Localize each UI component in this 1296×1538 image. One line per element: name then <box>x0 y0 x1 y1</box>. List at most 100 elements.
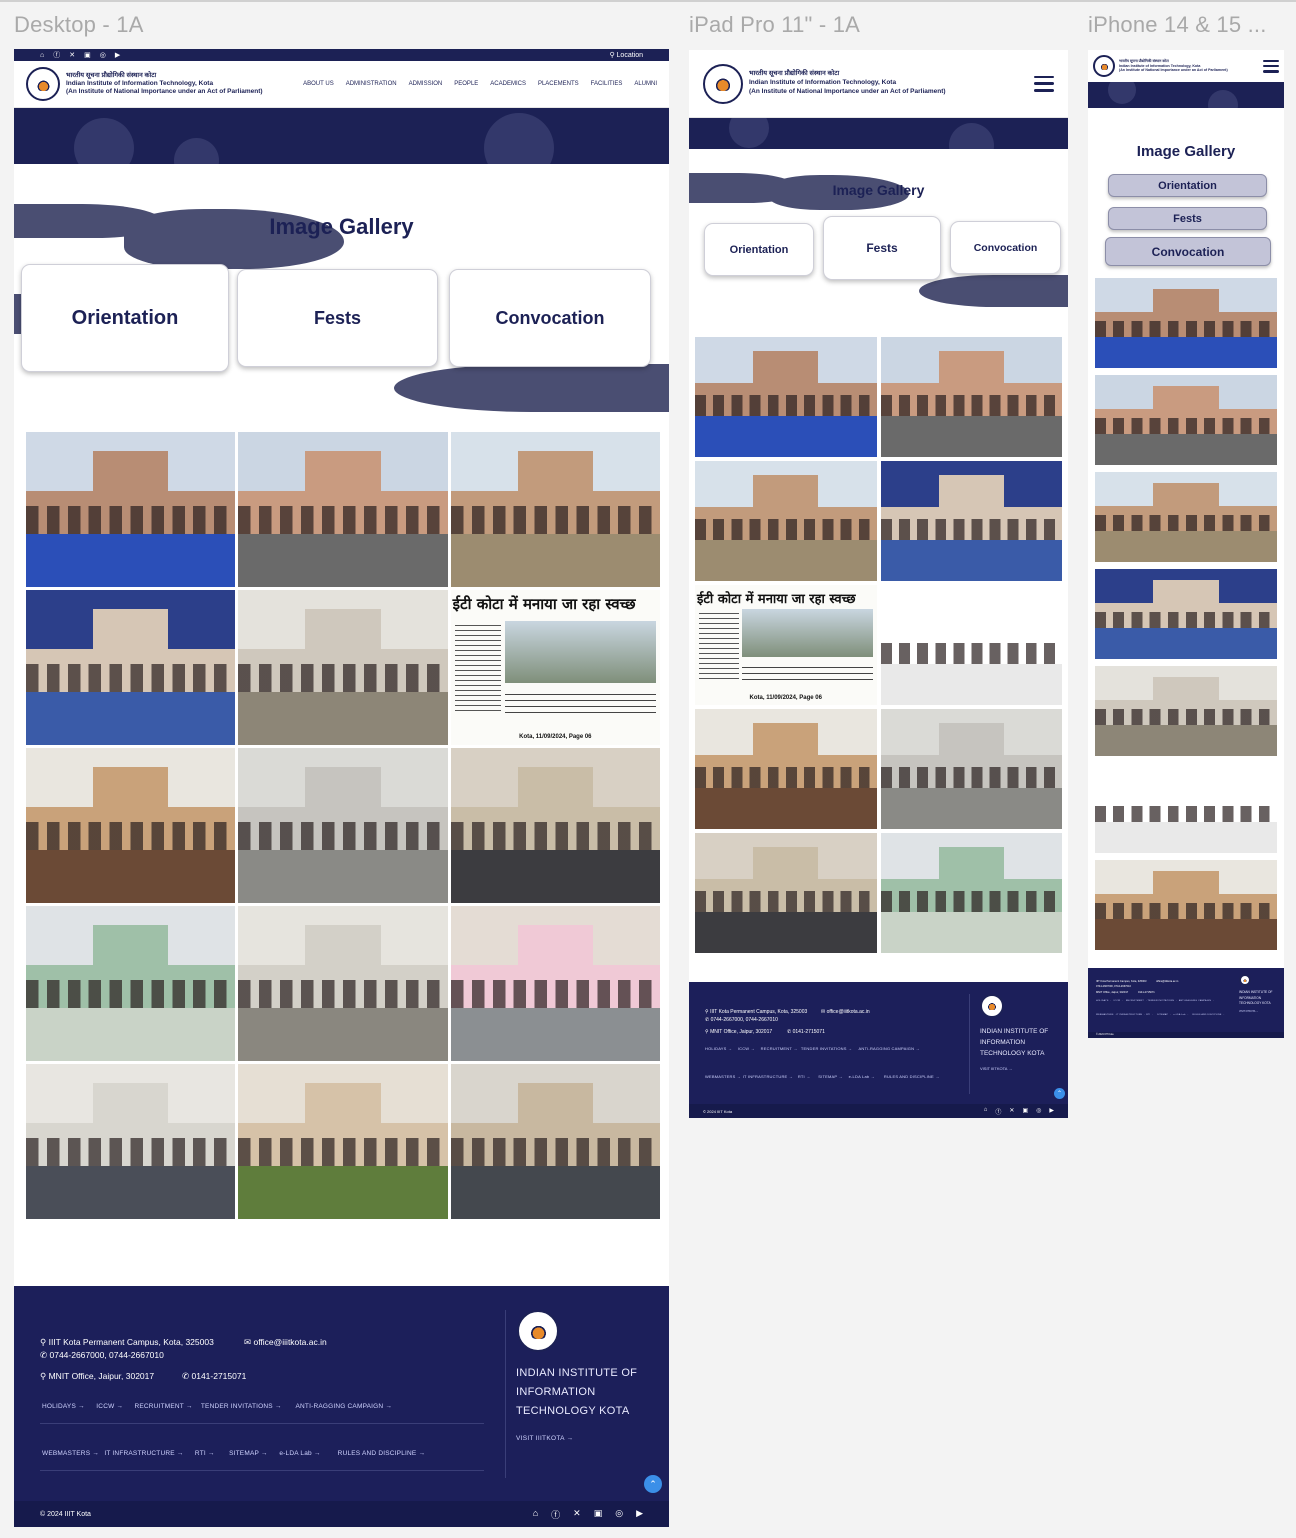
gallery-photo[interactable] <box>238 748 448 903</box>
gallery-photo[interactable] <box>26 432 236 587</box>
gallery-photo[interactable] <box>695 833 877 953</box>
nav-alumni[interactable]: ALUMNI <box>634 81 657 87</box>
footer-link[interactable]: RULES AND DISCIPLINE → <box>1192 1014 1224 1016</box>
footer-link[interactable]: RECRUITMENT → <box>1126 1000 1147 1002</box>
institute-logo[interactable] <box>26 67 60 101</box>
footer-link[interactable]: RTI → <box>798 1074 810 1079</box>
footer-link[interactable]: RULES AND DISCIPLINE → <box>338 1450 425 1457</box>
hamburger-menu-icon[interactable] <box>1263 59 1279 73</box>
gallery-photo[interactable] <box>26 1064 236 1219</box>
footer-link[interactable]: IT INFRASTRUCTURE → <box>1116 1014 1145 1016</box>
footer-link[interactable]: TENDER INVITATIONS → <box>1148 1000 1178 1002</box>
linkedin-icon[interactable]: ▣ <box>84 51 91 59</box>
x-icon[interactable]: ✕ <box>1009 1107 1014 1116</box>
gallery-photo[interactable] <box>1095 278 1277 368</box>
facebook-icon[interactable]: ⓕ <box>995 1107 1001 1116</box>
footer-link[interactable]: ANTI-RAGGING CAMPAIGN → <box>859 1046 920 1051</box>
footer-link[interactable]: e-LDA Lab → <box>849 1074 875 1079</box>
instagram-icon[interactable]: ◎ <box>100 51 106 59</box>
footer-link[interactable]: HOLIDAYS → <box>705 1046 732 1051</box>
gallery-photo[interactable] <box>26 590 236 745</box>
footer-logo[interactable] <box>517 1310 559 1352</box>
footer-link[interactable]: RECRUITMENT → <box>134 1403 192 1410</box>
gallery-photo[interactable] <box>880 709 1062 829</box>
nav-about-us[interactable]: ABOUT US <box>303 81 334 87</box>
footer-link[interactable]: SITEMAP → <box>818 1074 842 1079</box>
footer-link[interactable]: IT INFRASTRUCTURE → <box>743 1074 793 1079</box>
gallery-photo[interactable] <box>880 833 1062 953</box>
nav-academics[interactable]: ACADEMICS <box>490 81 526 87</box>
gallery-photo[interactable] <box>238 1064 448 1219</box>
nav-facilities[interactable]: FACILITIES <box>591 81 623 87</box>
gallery-photo[interactable] <box>1095 666 1277 756</box>
gallery-photo[interactable] <box>1095 375 1277 465</box>
footer-link[interactable]: RECRUITMENT → <box>761 1046 798 1051</box>
footer-link[interactable]: RTI → <box>195 1450 215 1457</box>
footer-link[interactable]: WEBMASTERS → <box>1096 1014 1117 1016</box>
footer-link[interactable]: IT INFRASTRUCTURE → <box>104 1450 183 1457</box>
visit-iiitkota-link[interactable]: VISIT IIITKOTA → <box>516 1435 573 1442</box>
instagram-icon[interactable]: ◎ <box>1036 1107 1041 1116</box>
facebook-icon[interactable]: ⓕ <box>53 50 60 60</box>
footer-link[interactable]: RTI → <box>1146 1014 1153 1016</box>
footer-email[interactable]: office@iiitkota.ac.in <box>1156 980 1178 983</box>
tab-convocation[interactable]: Convocation <box>449 269 651 367</box>
gallery-photo[interactable] <box>26 906 236 1061</box>
gallery-photo[interactable] <box>695 709 877 829</box>
footer-link[interactable]: WEBMASTERS → <box>42 1450 99 1457</box>
visit-iiitkota-link[interactable]: VISIT IIITKOTA → <box>980 1066 1012 1071</box>
nav-people[interactable]: PEOPLE <box>454 81 478 87</box>
tab-fests[interactable]: Fests <box>823 216 941 280</box>
footer-link[interactable]: ICCW → <box>1114 1000 1124 1002</box>
tab-fests[interactable]: Fests <box>237 269 438 367</box>
nav-administration[interactable]: ADMINISTRATION <box>346 81 397 87</box>
footer-link[interactable]: ICCW → <box>738 1046 755 1051</box>
gallery-photo[interactable] <box>450 432 660 587</box>
footer-link[interactable]: ANTI-RAGGING CAMPAIGN → <box>295 1403 392 1410</box>
gallery-photo[interactable] <box>238 590 448 745</box>
footer-email[interactable]: ✉ office@iiitkota.ac.in <box>821 1009 870 1015</box>
footer-link[interactable]: ICCW → <box>96 1403 123 1410</box>
gallery-photo[interactable] <box>450 748 660 903</box>
location-link[interactable]: ⚲ Location <box>609 51 643 59</box>
footer-link[interactable]: WEBMASTERS → <box>705 1074 741 1079</box>
footer-link[interactable]: RULES AND DISCIPLINE → <box>884 1074 940 1079</box>
gallery-photo[interactable] <box>1095 569 1277 659</box>
youtube-icon[interactable]: ▶ <box>636 1508 643 1521</box>
gallery-photo-newspaper[interactable]: ईटी कोटा में मनाया जा रहा स्वच्छ Kota, 11… <box>450 590 660 745</box>
tab-fests[interactable]: Fests <box>1108 207 1267 230</box>
footer-link[interactable]: e-LDA Lab → <box>1173 1014 1188 1016</box>
back-to-top-button[interactable]: ⌃ <box>1054 1088 1065 1099</box>
footer-link[interactable]: e-LDA Lab → <box>279 1450 320 1457</box>
footer-link[interactable]: SITEMAP → <box>229 1450 268 1457</box>
footer-link[interactable]: TENDER INVITATIONS → <box>201 1403 282 1410</box>
tab-orientation[interactable]: Orientation <box>1108 174 1267 197</box>
home-icon[interactable]: ⌂ <box>984 1107 988 1116</box>
gallery-photo[interactable] <box>450 906 660 1061</box>
visit-iiitkota-link[interactable]: VISIT IIITKOTA → <box>1239 1010 1258 1013</box>
gallery-photo[interactable] <box>450 1064 660 1219</box>
footer-link[interactable]: SITEMAP → <box>1157 1014 1171 1016</box>
institute-logo[interactable] <box>1093 55 1115 77</box>
linkedin-icon[interactable]: ▣ <box>1022 1107 1028 1116</box>
gallery-photo-newspaper[interactable]: ईटी कोटा में मनाया जा रहा स्वच्छ Kota, 11… <box>695 585 877 705</box>
gallery-photo[interactable] <box>1095 763 1277 853</box>
instagram-icon[interactable]: ◎ <box>615 1508 623 1521</box>
tab-orientation[interactable]: Orientation <box>704 223 814 276</box>
home-icon[interactable]: ⌂ <box>40 52 44 59</box>
tab-orientation[interactable]: Orientation <box>21 264 229 372</box>
facebook-icon[interactable]: ⓕ <box>551 1508 560 1521</box>
footer-email[interactable]: ✉ office@iiitkota.ac.in <box>244 1337 327 1348</box>
gallery-photo[interactable] <box>695 337 877 457</box>
gallery-photo[interactable] <box>238 906 448 1061</box>
x-icon[interactable]: ✕ <box>69 51 75 59</box>
footer-logo[interactable] <box>980 994 1004 1018</box>
gallery-photo[interactable] <box>880 585 1062 705</box>
footer-link[interactable]: HOLIDAYS → <box>42 1403 85 1410</box>
gallery-photo[interactable] <box>238 432 448 587</box>
tab-convocation[interactable]: Convocation <box>1105 237 1271 266</box>
linkedin-icon[interactable]: ▣ <box>594 1508 603 1521</box>
gallery-photo[interactable] <box>1095 472 1277 562</box>
hamburger-menu-icon[interactable] <box>1034 75 1054 92</box>
gallery-photo[interactable] <box>880 337 1062 457</box>
